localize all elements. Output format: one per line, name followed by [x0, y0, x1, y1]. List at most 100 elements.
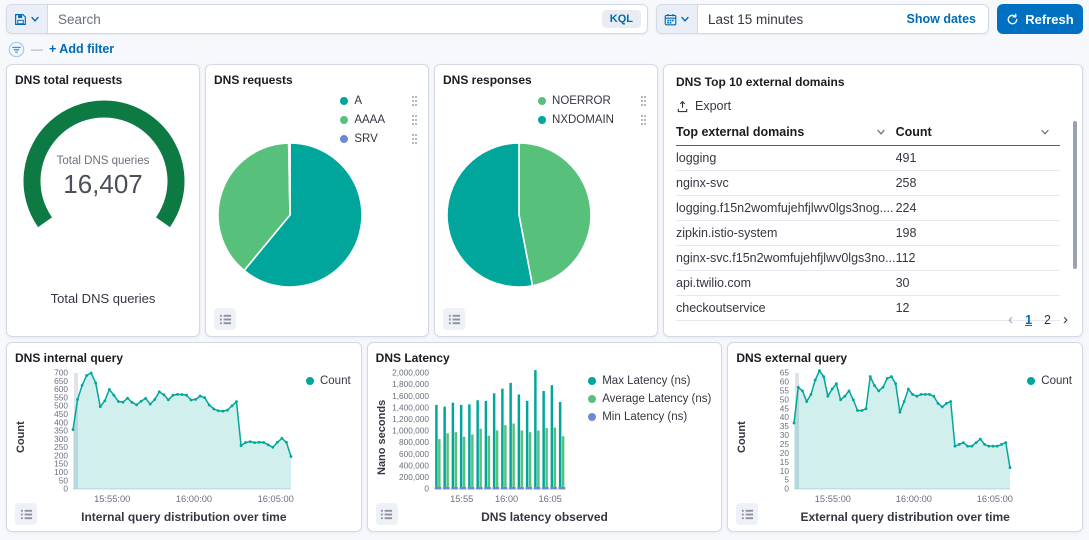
column-header-domains[interactable]: Top external domains	[676, 121, 896, 146]
x-axis-title: External query distribution over time	[736, 510, 1074, 524]
legend-item[interactable]: Average Latency (ns)	[588, 393, 711, 405]
dashboard-row-2: DNS internal query Count 050100150200250…	[0, 342, 1089, 532]
legend-label: Max Latency (ns)	[602, 375, 690, 387]
cell-count: 198	[896, 221, 1060, 246]
svg-text:1,000,000: 1,000,000	[392, 426, 429, 436]
legend-label: NXDOMAIN	[552, 114, 614, 126]
cell-domain: zipkin.istio-system	[676, 221, 896, 246]
chart-legend: Max Latency (ns) Average Latency (ns) Min …	[588, 375, 711, 423]
export-button[interactable]: Export	[676, 99, 1070, 113]
pagination-page-1[interactable]: 1	[1025, 313, 1032, 327]
add-filter-button[interactable]: + Add filter	[49, 42, 114, 56]
date-quick-menu-button[interactable]	[657, 5, 698, 33]
table-row: logging.f15n2womfujehfjlwv0lgs3nog....22…	[676, 196, 1060, 221]
legend-dot	[588, 413, 596, 421]
svg-text:1,600,000: 1,600,000	[392, 391, 429, 401]
saved-query-menu-button[interactable]	[7, 5, 48, 33]
column-label: Count	[896, 125, 932, 139]
legend-item[interactable]: AAAA	[340, 114, 418, 126]
chevron-down-icon	[1040, 127, 1050, 137]
table-scrollbar[interactable]	[1073, 121, 1077, 269]
legend-action-menu-icon[interactable]	[411, 133, 418, 145]
legend-label: A	[354, 95, 362, 107]
legend-toggle-button[interactable]	[15, 503, 37, 525]
refresh-button[interactable]: Refresh	[997, 4, 1083, 34]
legend-item[interactable]: NOERROR	[538, 95, 647, 107]
domains-table: Top external domains Count logging491ngi…	[676, 121, 1060, 321]
cell-domain: nginx-svc	[676, 171, 896, 196]
legend-item[interactable]: Count	[1027, 375, 1072, 387]
legend-toggle-button[interactable]	[214, 308, 236, 330]
svg-text:2,000,000: 2,000,000	[392, 368, 429, 378]
gauge-bottom-label: Total DNS queries	[7, 291, 199, 306]
legend-toggle-button[interactable]	[736, 503, 758, 525]
legend-action-menu-icon[interactable]	[411, 114, 418, 126]
cell-count: 491	[896, 146, 1060, 171]
legend-item[interactable]: SRV	[340, 133, 418, 145]
svg-text:16:00: 16:00	[495, 494, 518, 504]
gauge-value: 16,407	[15, 169, 191, 200]
svg-text:16:05: 16:05	[538, 494, 561, 504]
legend-action-menu-icon[interactable]	[640, 114, 647, 126]
legend-item[interactable]: Max Latency (ns)	[588, 375, 711, 387]
svg-text:16:00:00: 16:00:00	[176, 494, 212, 504]
pagination-next-icon[interactable]: ›	[1063, 311, 1068, 328]
time-range-value[interactable]: Last 15 minutes	[698, 12, 907, 27]
legend-label: SRV	[354, 133, 377, 145]
legend-dot	[588, 377, 596, 385]
panel-dns-external-query: DNS external query Count 051015202530354…	[727, 342, 1083, 532]
show-dates-button[interactable]: Show dates	[907, 12, 988, 26]
cell-count: 224	[896, 196, 1060, 221]
search-bar: KQL	[6, 4, 648, 34]
legend-list-icon	[219, 313, 232, 326]
x-axis-title: Internal query distribution over time	[15, 510, 353, 524]
panel-title: DNS internal query	[15, 351, 353, 365]
legend-item[interactable]: A	[340, 95, 418, 107]
pagination-page-2[interactable]: 2	[1044, 313, 1051, 327]
legend-toggle-button[interactable]	[443, 308, 465, 330]
svg-text:15:55:00: 15:55:00	[815, 494, 851, 504]
legend-dot	[538, 97, 546, 105]
internal-query-chart: 0501001502002503003504004505005506006507…	[27, 367, 353, 507]
export-icon	[676, 100, 689, 113]
svg-text:0: 0	[424, 484, 429, 494]
legend-item[interactable]: NXDOMAIN	[538, 114, 647, 126]
legend-dot	[1027, 377, 1035, 385]
svg-text:65: 65	[780, 368, 790, 378]
legend-dot	[306, 377, 314, 385]
legend-item[interactable]: Count	[306, 375, 351, 387]
svg-text:50: 50	[780, 394, 790, 404]
table-row: api.twilio.com30	[676, 271, 1060, 296]
filter-separator: —	[31, 42, 43, 56]
legend-list-icon	[20, 508, 33, 521]
kql-language-button[interactable]: KQL	[602, 10, 641, 28]
filter-icon[interactable]	[8, 41, 25, 58]
chevron-down-icon	[680, 14, 690, 24]
y-axis-label: Nano seconds	[376, 367, 388, 507]
chevron-down-icon	[876, 127, 886, 137]
panel-dns-responses: DNS responses NOERROR NXDOMAIN	[434, 64, 658, 337]
pagination-prev-icon[interactable]: ‹	[1008, 311, 1013, 328]
table-row: nginx-svc.f15n2womfujehfjlwv0lgs3no...11…	[676, 246, 1060, 271]
legend-dot	[340, 97, 348, 105]
legend-label: NOERROR	[552, 95, 611, 107]
y-axis-label: Count	[736, 367, 748, 507]
legend-action-menu-icon[interactable]	[411, 95, 418, 107]
panel-title: DNS responses	[443, 73, 649, 87]
legend-toggle-button[interactable]	[376, 503, 398, 525]
panel-title: DNS requests	[214, 73, 420, 87]
table-row: nginx-svc258	[676, 171, 1060, 196]
svg-text:16:05:00: 16:05:00	[258, 494, 294, 504]
date-picker: Last 15 minutes Show dates	[656, 4, 989, 34]
legend-item[interactable]: Min Latency (ns)	[588, 411, 711, 423]
top-bar: KQL Last 15 minutes Show dates Refresh	[0, 0, 1089, 38]
cell-count: 112	[896, 246, 1060, 271]
column-header-count[interactable]: Count	[896, 121, 1060, 146]
legend-action-menu-icon[interactable]	[640, 95, 647, 107]
calendar-icon	[664, 13, 677, 26]
search-input[interactable]	[48, 12, 602, 27]
svg-text:15:55:00: 15:55:00	[94, 494, 130, 504]
svg-text:10: 10	[780, 466, 790, 476]
responses-pie-chart	[443, 139, 595, 291]
dashboard-row-1: DNS total requests Total DNS queries 16,…	[0, 64, 1089, 337]
